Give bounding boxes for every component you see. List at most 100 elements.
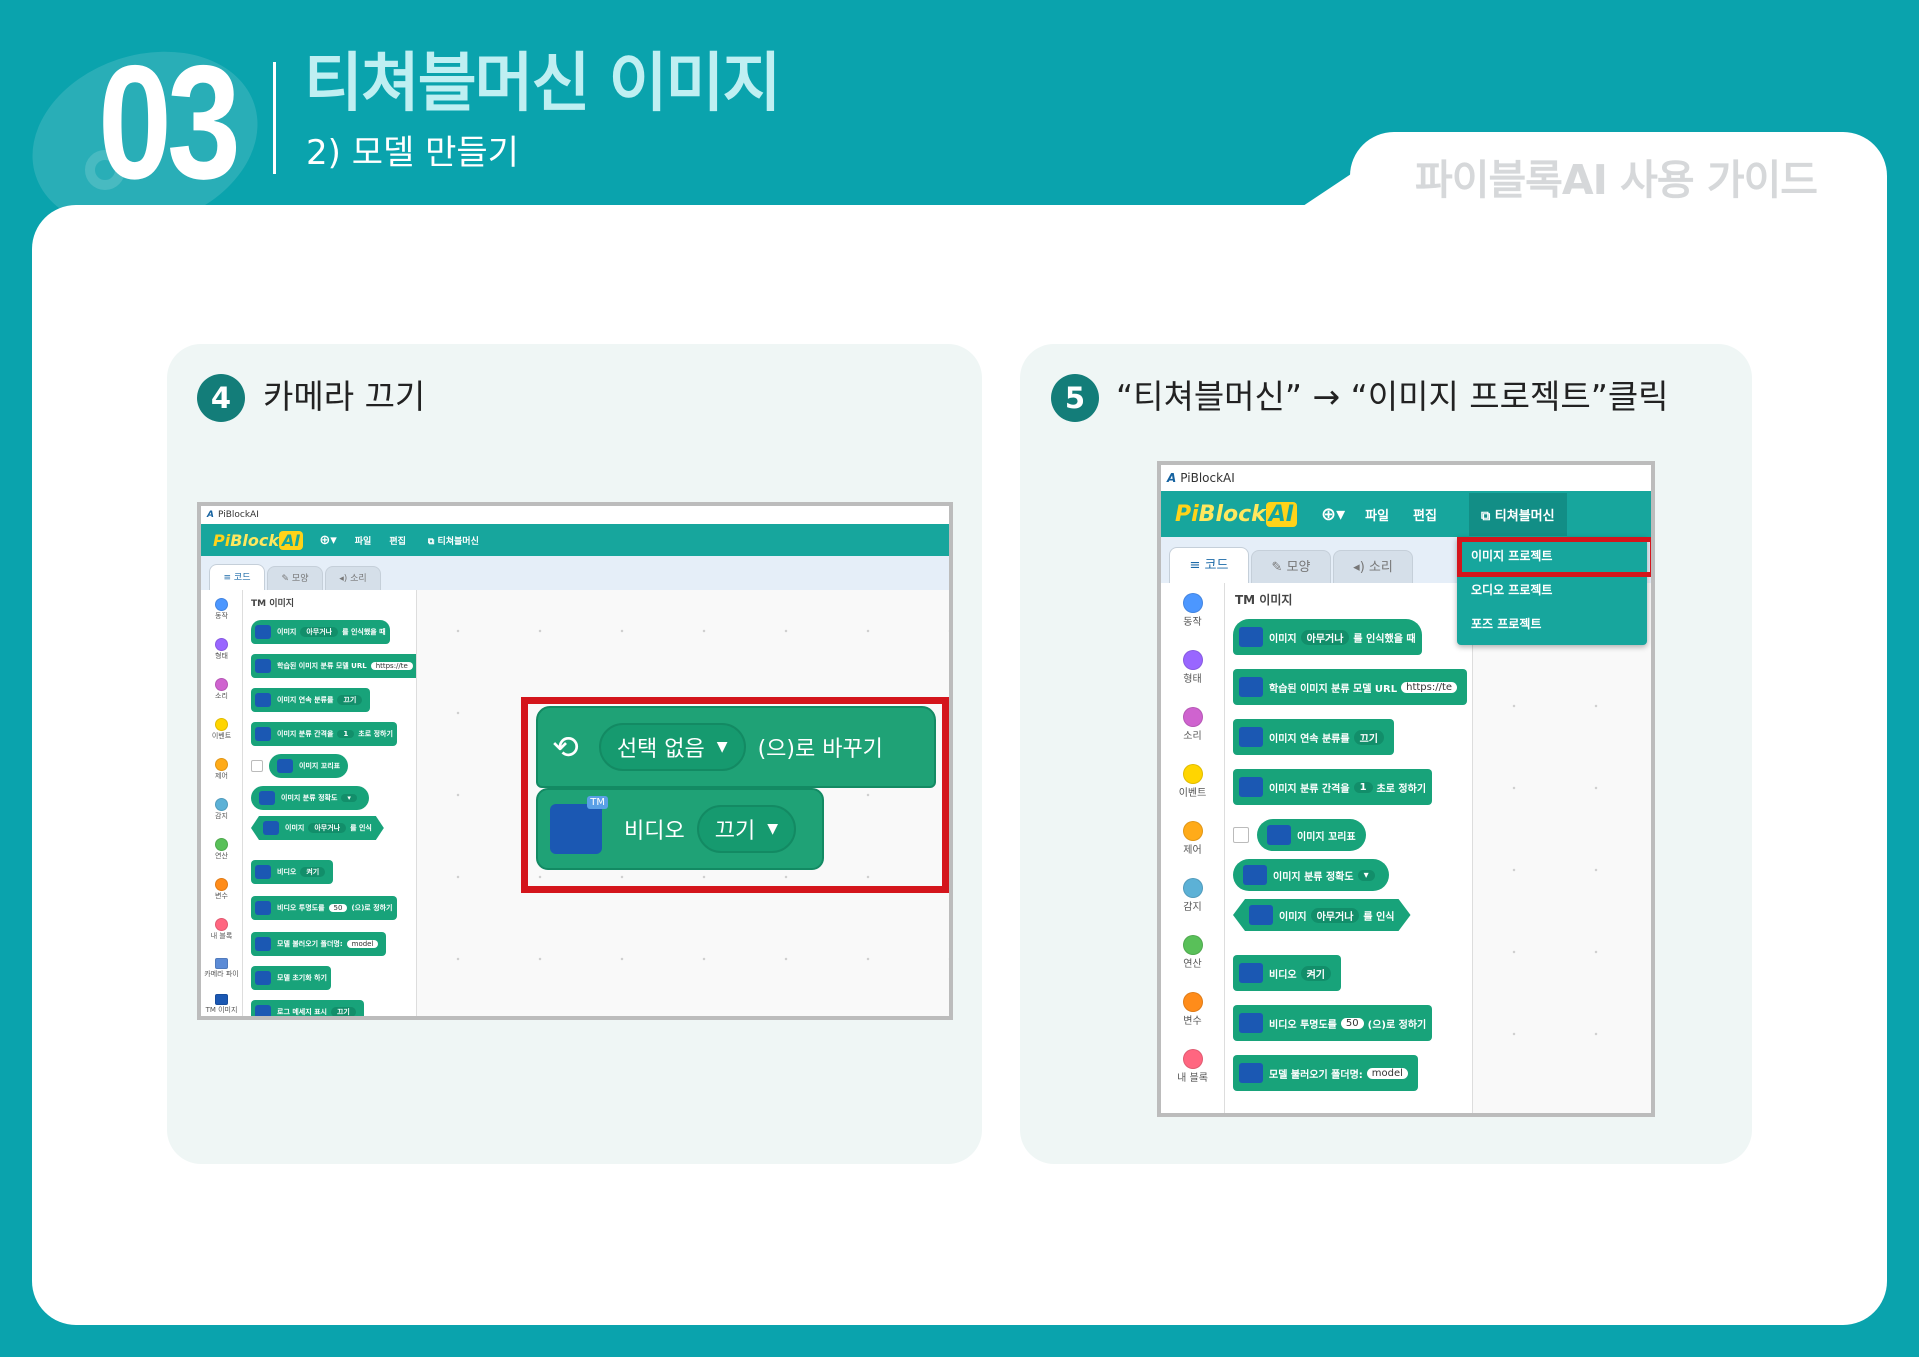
category-events[interactable]: 이벤트: [201, 718, 242, 741]
tm-image-icon: [255, 693, 271, 707]
block-video-on[interactable]: 비디오 켜기: [251, 860, 334, 884]
block-image-label[interactable]: 이미지 꼬리표: [1257, 819, 1366, 851]
page-title: 티쳐블머신 이미지: [304, 47, 781, 121]
tm-image-icon: [255, 625, 271, 639]
app-titlebar: A PiBlockAI: [1161, 465, 1651, 491]
category-looks[interactable]: 형태: [201, 638, 242, 661]
category-variables[interactable]: 변수: [1161, 992, 1224, 1027]
category-my-blocks[interactable]: 내 블록: [1161, 1049, 1224, 1084]
block-when-image-recognized[interactable]: 이미지 아무거나 를 인식했을 때: [1233, 619, 1422, 655]
brush-icon: ✎: [281, 574, 292, 584]
category-list: 동작 형태 소리 이벤트 제어 감지 연산 변수 내 블록: [1161, 583, 1225, 1113]
block-video-off[interactable]: TM 비디오 끄기 ▼: [536, 788, 824, 870]
block-continuous-classify[interactable]: 이미지 연속 분류를 끄기: [1233, 719, 1394, 755]
piblock-logo[interactable]: PiBlock AI: [213, 530, 304, 550]
category-sensing[interactable]: 감지: [1161, 878, 1224, 913]
menu-file[interactable]: 파일: [1365, 505, 1389, 524]
checkbox-image-label[interactable]: [251, 760, 263, 772]
tm-image-icon: [1267, 825, 1291, 845]
tm-image-icon: [1239, 677, 1263, 697]
category-control[interactable]: 제어: [1161, 821, 1224, 856]
tab-costume[interactable]: ✎ 모양: [267, 566, 323, 590]
piblock-logo[interactable]: PiBlock AI: [1175, 501, 1297, 527]
category-control[interactable]: 제어: [201, 758, 242, 781]
block-classify-interval[interactable]: 이미지 분류 간격을 1 초로 정하기: [1233, 769, 1433, 805]
block-image-confidence[interactable]: 이미지 분류 정확도 ▾: [1233, 859, 1389, 891]
category-sound[interactable]: 소리: [201, 678, 242, 701]
block-switch-camera[interactable]: ⟲ 선택 없음 ▼ (으)로 바꾸기: [536, 706, 936, 788]
step-number-badge: 5: [1051, 374, 1099, 422]
menu-edit[interactable]: 편집: [389, 534, 406, 547]
category-tm-image[interactable]: TM 이미지: [201, 994, 242, 1015]
block-image-is-recognized[interactable]: 이미지 아무거나 를 인식: [251, 816, 384, 840]
category-sound[interactable]: 소리: [1161, 707, 1224, 742]
menu-teachable[interactable]: ⧉ 티쳐블머신: [428, 534, 479, 547]
block-image-label[interactable]: 이미지 꼬리표: [269, 754, 349, 778]
block-load-model[interactable]: 모델 불러오기 폴더명: model: [251, 932, 387, 956]
tm-image-icon: [1239, 1063, 1263, 1083]
app-title: PiBlockAI: [217, 510, 259, 520]
block-model-url[interactable]: 학습된 이미지 분류 모델 URL https://te: [251, 654, 416, 678]
tab-code[interactable]: ≡ 코드: [1169, 547, 1249, 583]
tab-code[interactable]: ≡ 코드: [209, 564, 265, 590]
block-reset-model[interactable]: 모델 초기화 하기: [251, 966, 331, 990]
video-state-dropdown[interactable]: 끄기 ▼: [696, 805, 796, 853]
category-sensing[interactable]: 감지: [201, 798, 242, 821]
category-motion[interactable]: 동작: [201, 598, 242, 621]
header-divider: [273, 62, 276, 174]
chevron-down-icon: ▼: [767, 821, 778, 837]
category-operators[interactable]: 연산: [1161, 935, 1224, 970]
category-my-blocks[interactable]: 내 블록: [201, 918, 242, 941]
highlight-box: [1457, 537, 1651, 577]
app-title: PiBlockAI: [1180, 471, 1235, 485]
menu-item-pose-project[interactable]: 포즈 프로젝트: [1471, 615, 1541, 632]
menu-file[interactable]: 파일: [355, 534, 372, 547]
screenshot-teachable-menu: A PiBlockAI PiBlock AI ⊕▾ 파일 편집 ⧉ 티쳐블머신 ≡…: [1157, 461, 1655, 1117]
globe-icon[interactable]: ⊕▾: [1321, 504, 1345, 525]
category-variables[interactable]: 변수: [201, 878, 242, 901]
guide-label: 파이블록AI 사용 가이드: [1415, 156, 1818, 204]
category-events[interactable]: 이벤트: [1161, 764, 1224, 799]
step-instruction: “티쳐블머신” → “이미지 프로젝트”클릭: [1116, 377, 1669, 416]
block-video-transparency[interactable]: 비디오 투명도를 50 (으)로 정하기: [1233, 1005, 1433, 1041]
tm-image-icon: [255, 659, 271, 673]
category-motion[interactable]: 동작: [1161, 593, 1224, 628]
globe-icon[interactable]: ⊕▾: [319, 533, 336, 548]
menu-bar: PiBlock AI ⊕▾ 파일 편집 ⧉ 티쳐블머신: [1161, 491, 1651, 537]
tm-image-icon: [1243, 865, 1267, 885]
block-palette: TM 이미지 이미지 아무거나 를 인식했을 때 학습된 이미지 분류 모델 URL…: [243, 590, 417, 1016]
tm-image-icon: [1239, 1013, 1263, 1033]
menu-edit[interactable]: 편집: [1413, 505, 1437, 524]
block-load-model[interactable]: 모델 불러오기 폴더명: model: [1233, 1055, 1418, 1091]
category-camera-pi[interactable]: 카메라 파이: [201, 958, 242, 979]
tm-image-icon: [1239, 777, 1263, 797]
step-5-card: 5 “티쳐블머신” → “이미지 프로젝트”클릭 A PiBlockAI PiB…: [1020, 344, 1752, 1164]
tm-image-icon: [255, 727, 271, 741]
app-titlebar: A PiBlockAI: [201, 506, 949, 524]
tm-image-icon: [1239, 963, 1263, 983]
block-continuous-classify[interactable]: 이미지 연속 분류를 끄기: [251, 688, 371, 712]
tm-image-icon: [263, 821, 279, 835]
tab-costume[interactable]: ✎ 모양: [1251, 550, 1331, 583]
category-operators[interactable]: 연산: [201, 838, 242, 861]
camera-select-dropdown[interactable]: 선택 없음 ▼: [598, 723, 746, 771]
speaker-icon: ◂): [339, 574, 351, 584]
tab-sound[interactable]: ◂) 소리: [1333, 550, 1413, 583]
block-image-is-recognized[interactable]: 이미지 아무거나 를 인식: [1233, 899, 1411, 931]
block-show-log[interactable]: 로그 메세지 표시 끄기: [251, 1000, 364, 1016]
palette-title: TM 이미지: [1235, 593, 1293, 607]
step-number-badge: 4: [197, 374, 245, 422]
block-model-url[interactable]: 학습된 이미지 분류 모델 URL https://te: [1233, 669, 1468, 705]
menu-teachable[interactable]: ⧉ 티쳐블머신: [1468, 492, 1567, 536]
block-video-on[interactable]: 비디오 켜기: [1233, 955, 1342, 991]
block-classify-interval[interactable]: 이미지 분류 간격을 1 초로 정하기: [251, 722, 397, 746]
menu-item-audio-project[interactable]: 오디오 프로젝트: [1471, 581, 1552, 598]
block-image-confidence[interactable]: 이미지 분류 정확도 ▾: [251, 786, 369, 810]
block-video-transparency[interactable]: 비디오 투명도를 50 (으)로 정하기: [251, 896, 397, 920]
tm-image-icon: [255, 1005, 271, 1016]
category-looks[interactable]: 형태: [1161, 650, 1224, 685]
block-when-image-recognized[interactable]: 이미지 아무거나 를 인식했을 때: [251, 620, 390, 644]
tab-sound[interactable]: ◂) 소리: [325, 566, 381, 590]
code-workspace[interactable]: [1473, 583, 1651, 1113]
checkbox-image-label[interactable]: [1233, 827, 1249, 843]
